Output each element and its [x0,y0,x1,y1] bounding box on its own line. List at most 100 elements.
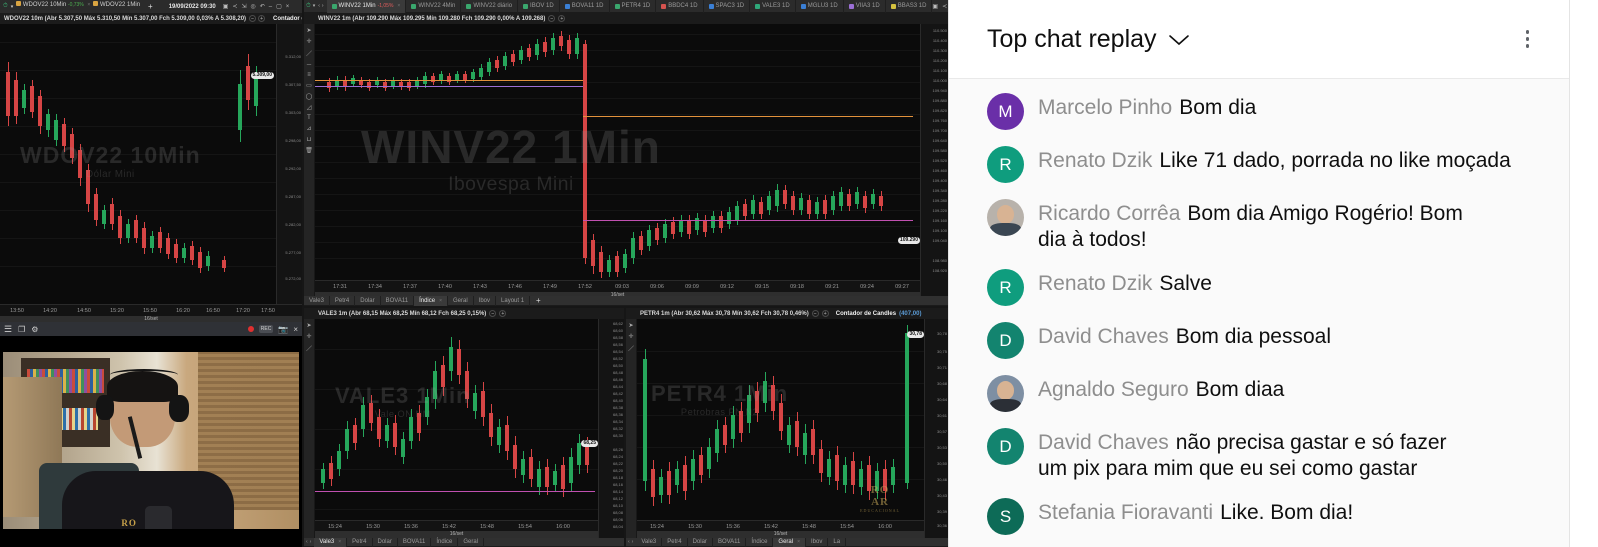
tab-mglu3-1d[interactable]: MGLU3 1D [796,0,844,13]
crosshair-icon[interactable]: ✛ [628,333,633,340]
plus-button[interactable]: + [821,310,829,317]
tab-wdo-10min[interactable]: WDOV22 10Min -0,73% × [16,1,90,12]
maximize-icon[interactable]: ▢ [276,3,282,10]
globe-icon[interactable]: ◎ [250,3,255,10]
avatar[interactable]: R [987,146,1024,183]
avatar[interactable]: D [987,322,1024,359]
ellipse-icon[interactable]: ◯ [306,93,313,100]
camera-icon[interactable]: 📷 [278,325,288,334]
close-icon[interactable]: × [293,325,298,334]
tab-petr4-1d[interactable]: PETR4 1D [610,0,657,13]
chat-message[interactable]: R Renato Dzik Salve [949,261,1569,314]
vale-drawing-toolbar[interactable]: ➤ ✛ ／ [304,319,315,547]
minimize-icon[interactable]: – [269,4,272,10]
record-icon[interactable]: ▣ [223,3,229,10]
footer-tab-petr4[interactable]: Petr4 [330,295,356,306]
win-price-axis[interactable]: 110.500 110.400 110.300 110.200 110.100 110… [920,24,948,306]
footer-tab-indice[interactable]: Índice [746,537,774,547]
vale-price-axis[interactable]: 68,62 68,60 68,58 68,56 68,54 68,52 68,50 68… [598,319,624,547]
gear-icon[interactable]: ⚙ [31,325,38,334]
record-dot-icon[interactable] [247,326,254,332]
trendline-icon[interactable]: ／ [306,344,312,353]
share-icon[interactable]: ≺ [942,3,947,10]
chat-message[interactable]: S Stefania Fioravanti Like. Bom dia! [949,490,1569,543]
chevron-down-icon[interactable] [1168,25,1190,54]
avatar[interactable]: S [987,498,1024,535]
message-author[interactable]: David Chaves [1038,431,1169,454]
magnet-icon[interactable]: ⊔ [307,136,312,143]
chat-message[interactable]: M Marcelo Pinho Bom dia [949,85,1569,138]
minus-button[interactable]: − [489,310,497,317]
message-author[interactable]: David Chaves [1038,325,1169,348]
message-author[interactable]: Ricardo Corrêa [1038,202,1180,225]
chat-message[interactable]: Ricardo Corrêa Bom dia Amigo Rogério! Bom… [949,191,1569,261]
plus-button[interactable]: + [558,15,566,22]
avatar[interactable]: D [987,428,1024,465]
fibonacci-icon[interactable]: ≡ [307,72,311,78]
chat-message[interactable]: R Renato Dzik Like 71 dado, porrada no li… [949,138,1569,191]
chat-message-list[interactable]: M Marcelo Pinho Bom dia R Renato Dzik Like… [949,79,1569,547]
ruler-icon[interactable]: ⊿ [306,125,311,132]
hamburger-icon[interactable]: ☰ [4,324,12,335]
win-plot-area[interactable]: WINV22 1Min Ibovespa Mini 109.290 110.50… [315,24,948,306]
rectangle-icon[interactable]: ▭ [306,82,312,89]
footer-tab-vale3[interactable]: Vale3 [636,537,663,547]
avatar[interactable] [987,199,1024,236]
close-icon[interactable]: × [397,3,400,9]
message-author[interactable]: Renato Dzik [1038,149,1152,172]
footer-tab-dolar[interactable]: Dolar [373,537,398,547]
trash-icon[interactable]: 🗑 [305,147,313,154]
footer-tab-la[interactable]: La [828,537,847,547]
chat-menu-button[interactable] [1520,24,1536,54]
message-author[interactable]: Renato Dzik [1038,272,1152,295]
petr-drawing-toolbar[interactable]: ➤ ✛ ／ [626,319,637,547]
footer-tab-petr4[interactable]: Petr4 [347,537,373,547]
record-icon[interactable]: ▣ [932,3,938,10]
footer-tab-vale3[interactable]: Vale3 × [314,537,348,547]
win-footer-tabs[interactable]: Vale3 Petr4 Dolar BOVA11 Índice × Geral I… [304,295,948,306]
tab-bbdc4-1d[interactable]: BBDC4 1D [656,0,704,13]
win-tab-strip[interactable]: ⏱ ▾ ‹ › WINV22 1Min -1,05% × WINV22 4Min… [304,0,948,13]
plus-button[interactable]: + [258,15,266,22]
footer-tab-geral[interactable]: Geral [448,295,474,306]
chat-mode-selector[interactable]: Top chat replay [987,25,1190,54]
chat-message[interactable]: D David Chaves não precisa gastar e só fa… [949,420,1569,490]
undo-icon[interactable]: ↶ [260,3,265,10]
footer-tab-ibov[interactable]: Ibov [474,295,497,306]
trendline-icon[interactable]: ／ [628,344,634,353]
footer-tab-indice[interactable]: Índice [431,537,459,547]
chat-message[interactable]: Agnaldo Seguro Bom diaa [949,367,1569,420]
footer-tab-bova11[interactable]: BOVA11 [398,537,432,547]
message-author[interactable]: Stefania Fioravanti [1038,501,1213,524]
petr-plot-area[interactable]: PETR4 1Min Petrobras PN N2 RO AR EDUCACI… [637,319,948,547]
footer-tab-dolar[interactable]: Dolar [355,295,381,306]
tab-viia3-1d[interactable]: VIIA3 1D [844,0,886,13]
footer-tab-layout1[interactable]: Layout 1 [496,295,531,306]
minus-button[interactable]: − [548,15,556,22]
close-icon[interactable]: × [338,539,341,545]
close-icon[interactable]: × [286,4,290,10]
add-tab-button[interactable]: + [530,296,547,305]
tab-bova11-1d[interactable]: BOVA11 1D [560,0,610,13]
crosshair-icon[interactable]: ✛ [306,333,311,340]
tab-winv22-diario[interactable]: WINV22 diário [461,0,519,13]
text-icon[interactable]: T [307,115,311,121]
avatar[interactable]: M [987,93,1024,130]
footer-tab-geral[interactable]: Geral [458,537,485,547]
minus-button[interactable]: − [249,15,257,22]
footer-tab-bova11[interactable]: BOVA11 [713,537,747,547]
close-icon[interactable]: × [439,298,442,304]
share-icon[interactable]: ≺ [232,3,237,10]
trendline-icon[interactable]: ／ [306,49,312,58]
avatar[interactable]: R [987,269,1024,306]
footer-tab-geral[interactable]: Geral × [773,537,807,547]
close-icon[interactable]: × [87,2,90,8]
cursor-icon[interactable]: ➤ [306,322,311,329]
wdo-plot-area[interactable]: WDOV22 10Min Dólar Mini 5.309,00 5.312,0… [0,24,302,330]
footer-tab-petr4[interactable]: Petr4 [662,537,688,547]
triangle-icon[interactable]: ◿ [307,104,312,111]
vale-plot-area[interactable]: VALE3 1Min Vale ON NM 68,25 68,62 68,60 6… [315,319,624,547]
chevron-down-icon[interactable]: ▾ [11,4,14,10]
tab-vale3-1d[interactable]: VALE3 1D [750,0,796,13]
crosshair-icon[interactable]: ✛ [306,38,311,45]
